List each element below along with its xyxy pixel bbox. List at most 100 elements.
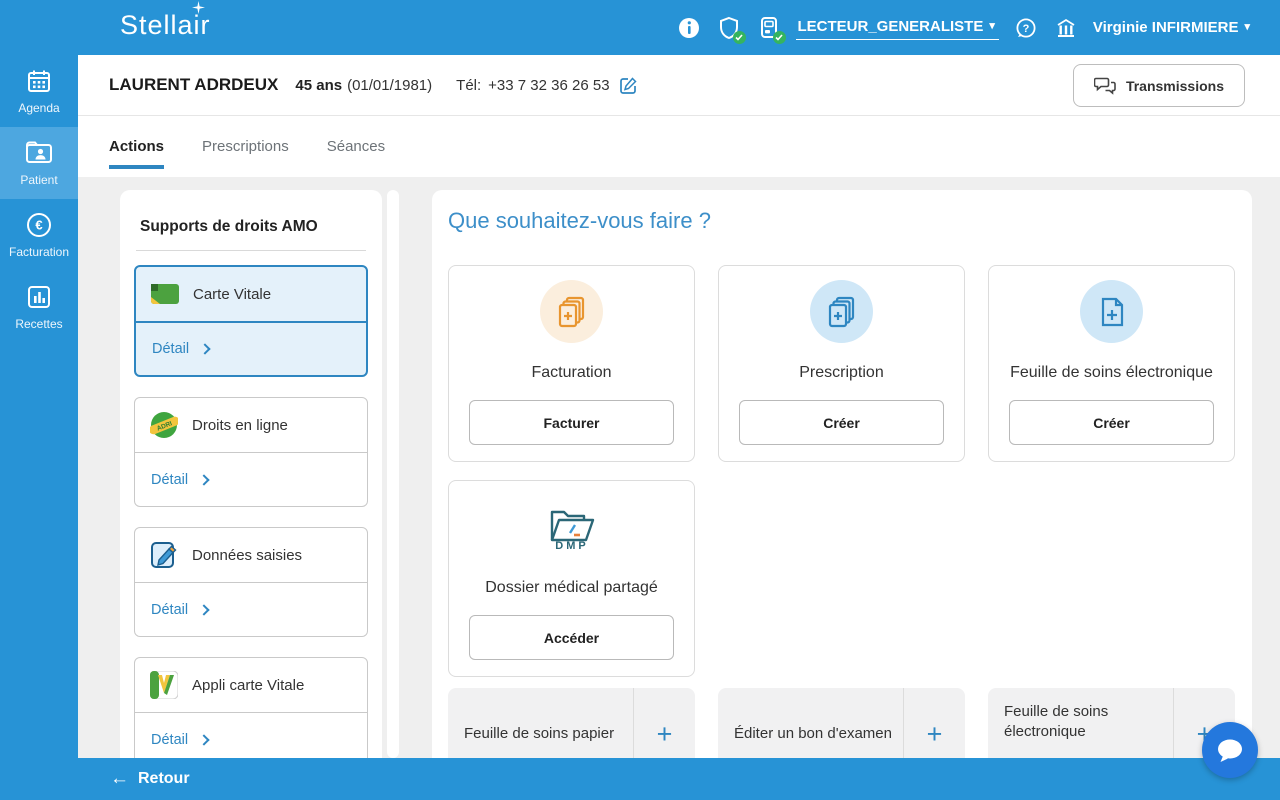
- action-card-facturation: Facturation Facturer: [448, 265, 695, 462]
- card-reader-icon[interactable]: [756, 15, 786, 44]
- actions-panel: Que souhaitez-vous faire ? Facturation F…: [432, 190, 1252, 758]
- creer-prescription-button[interactable]: Créer: [739, 400, 944, 445]
- quick-tile-fse[interactable]: Feuille de soins électronique +: [988, 688, 1235, 758]
- chevron-right-icon: [199, 343, 211, 355]
- phone-number: +33 7 32 36 26 53: [488, 76, 610, 94]
- detail-link-droits-en-ligne[interactable]: Détail: [135, 452, 367, 506]
- support-card-label: Carte Vitale: [193, 285, 272, 303]
- add-bon-examen-button[interactable]: +: [903, 688, 965, 758]
- support-card-carte-vitale: Carte Vitale Détail: [134, 265, 368, 377]
- detail-label: Détail: [151, 731, 189, 748]
- detail-link-appli-carte-vitale[interactable]: Détail: [135, 712, 367, 758]
- back-button[interactable]: ← Retour: [110, 768, 190, 790]
- tab-bar: Actions Prescriptions Séances: [78, 116, 1280, 177]
- support-card-main[interactable]: ADRI Droits en ligne: [135, 398, 367, 452]
- action-card-prescription: Prescription Créer: [718, 265, 965, 462]
- support-card-main[interactable]: Appli carte Vitale: [135, 658, 367, 712]
- user-menu[interactable]: Virginie INFIRMIERE ▾: [1093, 19, 1250, 36]
- sparkle-icon: [191, 1, 205, 14]
- prescription-stack-icon: [810, 280, 873, 343]
- stellair-logo: Stellair: [120, 1, 211, 41]
- reader-selector[interactable]: LECTEUR_GENERALISTE ▾: [795, 16, 999, 40]
- adri-icon: ADRI: [150, 411, 178, 439]
- sidebar-item-label: Recettes: [15, 317, 63, 331]
- action-card-dmp: DMP Dossier médical partagé Accéder: [448, 480, 695, 677]
- sidebar-item-recettes[interactable]: Recettes: [0, 271, 78, 343]
- chevron-down-icon: ▾: [989, 19, 995, 32]
- bar-chart-icon: [26, 284, 52, 310]
- support-card-donnees-saisies: Données saisies Détail: [134, 527, 368, 637]
- patient-header: LAURENT ADRDEUX 45 ans (01/01/1981) Tél:…: [78, 55, 1280, 116]
- scrollbar[interactable]: [387, 190, 399, 758]
- detail-label: Détail: [151, 471, 189, 488]
- tab-seances[interactable]: Séances: [327, 116, 385, 177]
- sidebar-item-agenda[interactable]: Agenda: [0, 55, 78, 127]
- sidebar-item-label: Agenda: [18, 101, 60, 115]
- check-badge-icon: [772, 30, 786, 44]
- chat-bubbles-icon: [1093, 76, 1116, 95]
- support-card-label: Droits en ligne: [192, 416, 288, 434]
- footer-bar: ← Retour: [0, 758, 1280, 800]
- user-name: Virginie INFIRMIERE: [1092, 19, 1239, 36]
- organization-icon[interactable]: [1053, 15, 1079, 41]
- sidebar-item-facturation[interactable]: € Facturation: [0, 199, 78, 271]
- sidebar-item-label: Facturation: [8, 245, 70, 259]
- transmissions-button[interactable]: Transmissions: [1072, 64, 1245, 107]
- support-card-label: Données saisies: [192, 546, 303, 564]
- quick-tile-bon-examen[interactable]: Éditer un bon d'examen +: [718, 688, 965, 758]
- detail-link-donnees-saisies[interactable]: Détail: [135, 582, 367, 636]
- quick-tile-label: Éditer un bon d'examen: [734, 725, 892, 742]
- supports-panel-title: Supports de droits AMO: [140, 218, 318, 235]
- appli-carte-vitale-icon: [150, 671, 178, 699]
- content-area: Supports de droits AMO Carte Vitale Déta…: [78, 177, 1280, 758]
- note-pencil-icon: [150, 541, 178, 569]
- help-bubble-icon[interactable]: ?: [1013, 15, 1039, 41]
- chat-bubble-icon: [1215, 737, 1245, 764]
- phone-label: Tél:: [456, 76, 482, 94]
- back-arrow-icon: ←: [110, 768, 129, 789]
- transmissions-label: Transmissions: [1125, 77, 1224, 94]
- facturer-button[interactable]: Facturer: [469, 400, 674, 445]
- support-card-main[interactable]: Carte Vitale: [136, 267, 366, 321]
- tab-prescriptions[interactable]: Prescriptions: [202, 116, 289, 177]
- support-card-main[interactable]: Données saisies: [135, 528, 367, 582]
- page-title: Que souhaitez-vous faire ?: [448, 208, 711, 233]
- patient-folder-icon: [25, 140, 53, 166]
- chevron-right-icon: [198, 473, 210, 486]
- edit-phone-icon[interactable]: [619, 76, 638, 95]
- svg-text:€: €: [35, 218, 42, 233]
- calendar-icon: [26, 68, 52, 94]
- shield-security-icon[interactable]: [716, 15, 746, 44]
- action-card-fse: Feuille de soins électronique Créer: [988, 265, 1235, 462]
- dmp-text: DMP: [555, 540, 588, 550]
- detail-label: Détail: [152, 341, 190, 357]
- tab-actions[interactable]: Actions: [109, 116, 165, 177]
- supports-panel: Supports de droits AMO Carte Vitale Déta…: [120, 190, 382, 758]
- top-right-cluster: LECTEUR_GENERALISTE ▾ ? Virginie INFIRMI…: [676, 0, 1250, 55]
- dmp-folder-icon: DMP: [540, 495, 603, 558]
- reader-name: LECTEUR_GENERALISTE: [797, 17, 984, 35]
- invoice-stack-icon: [540, 280, 603, 343]
- detail-label: Détail: [151, 601, 189, 618]
- carte-vitale-icon: [151, 284, 179, 304]
- action-card-label: Dossier médical partagé: [485, 579, 658, 596]
- chevron-right-icon: [198, 733, 210, 746]
- patient-name: LAURENT ADRDEUX: [109, 75, 279, 94]
- detail-link-carte-vitale[interactable]: Détail: [136, 321, 366, 375]
- add-feuille-soins-papier-button[interactable]: +: [633, 688, 695, 758]
- chevron-down-icon: ▾: [1244, 21, 1250, 33]
- action-card-label: Facturation: [531, 364, 612, 381]
- support-card-appli-carte-vitale: Appli carte Vitale Détail: [134, 657, 368, 758]
- care-sheet-icon: [1080, 280, 1143, 343]
- svg-text:?: ?: [1023, 23, 1030, 35]
- acceder-dmp-button[interactable]: Accéder: [469, 615, 674, 660]
- sidebar-item-label: Patient: [20, 173, 58, 187]
- info-icon[interactable]: [676, 15, 702, 41]
- quick-tile-feuille-soins-papier[interactable]: Feuille de soins papier +: [448, 688, 695, 758]
- sidebar-item-patient[interactable]: Patient: [0, 127, 78, 199]
- creer-fse-button[interactable]: Créer: [1009, 400, 1214, 445]
- chat-fab-button[interactable]: [1202, 722, 1258, 778]
- top-bar: Stellair LECTEUR_GENERALISTE ▾ ? Virgini…: [0, 0, 1280, 55]
- chevron-right-icon: [198, 603, 210, 616]
- back-label: Retour: [138, 770, 190, 787]
